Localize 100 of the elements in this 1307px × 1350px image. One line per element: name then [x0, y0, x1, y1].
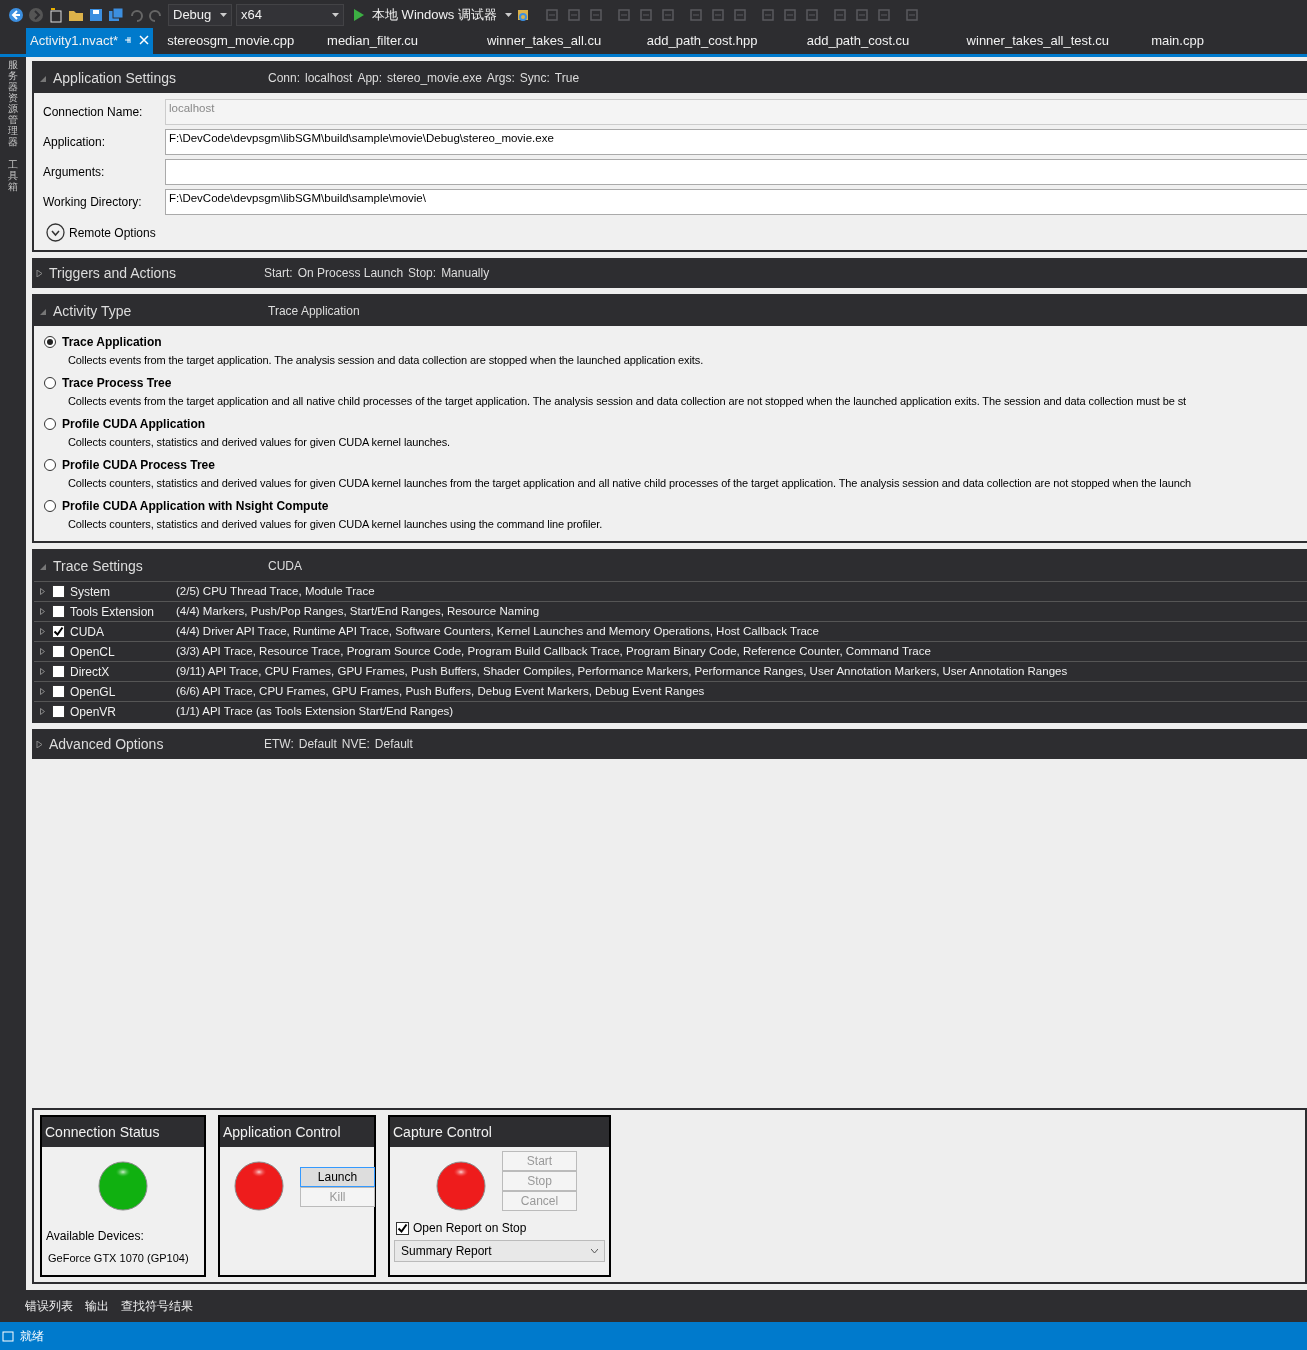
section-title: Trace Settings — [53, 556, 144, 576]
summary-value: Default — [298, 736, 337, 753]
radio-button[interactable] — [44, 459, 56, 471]
side-panel-tab[interactable]: 工具箱 — [8, 159, 18, 192]
category-details: (2/5) CPU Thread Trace, Module Trace — [176, 583, 375, 599]
option-description: Collects counters, statistics and derived values for given CUDA kernel launches from the target application and all native child processes of the target application. The analysis session and data collection are not stopped when the launch — [67, 476, 1193, 491]
status-text: 就绪 — [20, 1328, 44, 1345]
action-button[interactable]: Launch — [300, 1167, 375, 1187]
caret-icon — [220, 13, 227, 17]
section-title: Advanced Options — [49, 734, 165, 754]
expander-icon[interactable] — [40, 668, 45, 675]
tool-window-tab[interactable]: 查找符号结果 — [121, 1297, 193, 1315]
checkbox[interactable] — [396, 1221, 409, 1235]
checkbox[interactable] — [52, 685, 65, 698]
option-title: Trace Application — [62, 334, 162, 351]
input-field[interactable]: F:\DevCode\devpsgm\libSGM\build\sample\movie\ — [165, 189, 1307, 215]
tool-window-tab[interactable]: 错误列表 — [25, 1297, 73, 1315]
category-name: OpenCL — [70, 643, 116, 661]
expander-icon[interactable] — [40, 648, 45, 655]
checkbox[interactable] — [52, 605, 65, 618]
field-label: Working Directory: — [43, 194, 143, 211]
expander-icon[interactable] — [40, 74, 47, 82]
play-icon — [354, 9, 364, 21]
section-header[interactable]: Triggers and Actions Start: On Process Launch Stop: Manually — [32, 258, 1307, 288]
category-details: (9/11) API Trace, CPU Frames, GPU Frames, Push Buffers, Shader Compiles, Performance Markers, Performance Ranges, User Annotation Markers, User Annotation Ranges — [176, 663, 1068, 679]
expander-icon[interactable] — [36, 740, 43, 748]
document-tab[interactable]: main.cpp — [1147, 27, 1307, 54]
panel-title: Application Control — [220, 1117, 374, 1147]
category-name: OpenGL — [70, 683, 117, 701]
pin-icon[interactable] — [124, 35, 134, 45]
document-tab[interactable]: winner_takes_all_test.cu — [962, 27, 1148, 54]
expander-icon[interactable] — [40, 562, 47, 570]
summary-value: stereo_movie.exe — [387, 70, 482, 87]
expander-icon[interactable] — [40, 628, 45, 635]
back-icon[interactable] — [8, 7, 24, 23]
checkbox[interactable] — [52, 665, 65, 678]
option-description: Collects counters, statistics and derived values for given CUDA kernel launches. — [67, 435, 452, 450]
tool-window-tab[interactable]: 输出 — [85, 1297, 109, 1315]
checkbox[interactable] — [52, 625, 65, 638]
expander-icon[interactable] — [40, 708, 45, 715]
expander-icon[interactable] — [36, 269, 43, 277]
category-name: Tools Extension — [70, 603, 156, 621]
radio-button[interactable] — [44, 377, 56, 389]
document-tab[interactable]: stereosgm_movie.cpp — [163, 27, 324, 54]
new-project-icon[interactable] — [48, 7, 64, 23]
section-title: Triggers and Actions — [49, 263, 178, 283]
platform-dropdown[interactable]: x64 — [236, 4, 344, 26]
remote-options-link[interactable]: Remote Options — [69, 223, 156, 242]
save-all-icon[interactable] — [108, 7, 124, 23]
summary-label: ETW: — [264, 736, 294, 753]
expander-icon[interactable] — [40, 307, 47, 315]
expand-icon[interactable] — [46, 223, 65, 242]
panel-title: Capture Control — [390, 1117, 609, 1147]
document-tab[interactable]: median_filter.cu — [323, 27, 483, 54]
category-name: OpenVR — [70, 703, 118, 721]
document-tab[interactable]: add_path_cost.hpp — [642, 27, 803, 54]
panel-title: Connection Status — [42, 1117, 204, 1147]
checkbox[interactable] — [52, 705, 65, 718]
close-icon[interactable] — [139, 35, 150, 46]
option-title: Trace Process Tree — [62, 375, 172, 392]
document-tab[interactable]: winner_takes_all.cu — [482, 27, 643, 54]
category-details: (4/4) Markers, Push/Pop Ranges, Start/End Ranges, Resource Naming — [176, 603, 540, 619]
devices-label: Available Devices: — [46, 1228, 145, 1245]
checkbox[interactable] — [52, 645, 65, 658]
field-label: Arguments: — [43, 164, 106, 181]
section-title: Application Settings — [53, 68, 177, 88]
category-details: (1/1) API Trace (as Tools Extension Start/End Ranges) — [176, 703, 454, 719]
device-name: GeForce GTX 1070 (GP104) — [47, 1251, 190, 1266]
radio-button[interactable] — [44, 336, 56, 348]
save-icon[interactable] — [88, 7, 104, 23]
undo-icon[interactable] — [128, 7, 144, 23]
expander-icon[interactable] — [40, 688, 45, 695]
section-header[interactable]: Activity Type Trace Application — [34, 296, 1307, 326]
option-title: Profile CUDA Application — [62, 416, 206, 433]
input-field[interactable] — [165, 159, 1307, 185]
summary-label: NVE: — [341, 736, 370, 753]
expander-icon[interactable] — [40, 608, 45, 615]
option-description: Collects events from the target application. The analysis session and data collection are stopped when the launched application exits. — [67, 353, 705, 368]
summary-label: Start: — [264, 265, 293, 282]
redo-icon[interactable] — [148, 7, 164, 23]
document-tab[interactable]: Activity1.nvact* — [26, 27, 154, 54]
radio-button[interactable] — [44, 418, 56, 430]
option-title: Profile CUDA Process Tree — [62, 457, 215, 474]
summary-value: Trace Application — [268, 303, 360, 320]
category-details: (3/3) API Trace, Resource Trace, Program Source Code, Program Build Callback Trace, Program Binary Code, Reference Counter, Command Trace — [176, 643, 931, 659]
side-panel-tab[interactable]: 服务器资源管理器 — [8, 59, 18, 147]
category-name: System — [70, 583, 111, 601]
summary-value: Default — [374, 736, 413, 753]
configuration-dropdown[interactable]: Debug — [168, 4, 232, 26]
section-header[interactable]: Advanced Options ETW: Default NVE: Default — [32, 729, 1307, 759]
input-field[interactable]: F:\DevCode\devpsgm\libSGM\build\sample\movie\Debug\stereo_movie.exe — [165, 129, 1307, 155]
start-debugging-button[interactable]: 本地 Windows 调试器 — [354, 5, 512, 25]
section-header[interactable]: Application Settings Conn: localhost App: stereo_movie.exe Args: Sync: True — [34, 63, 1307, 93]
document-tab[interactable]: add_path_cost.cu — [802, 27, 963, 54]
summary-label: Conn: — [268, 70, 301, 87]
report-dropdown[interactable]: Summary Report — [394, 1240, 605, 1262]
expander-icon[interactable] — [40, 588, 45, 595]
checkbox[interactable] — [52, 585, 65, 598]
radio-button[interactable] — [44, 500, 56, 512]
option-description: Collects counters, statistics and derived values for given CUDA kernel launches using the command line profiler. — [67, 517, 604, 532]
